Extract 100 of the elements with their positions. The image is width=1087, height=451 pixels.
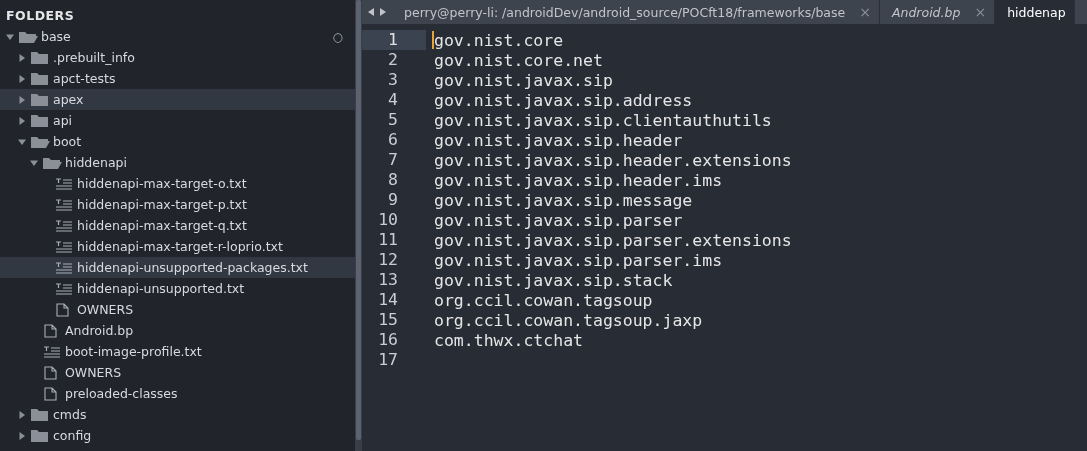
tree-row[interactable]: hiddenapi-max-target-o.txt xyxy=(0,173,355,194)
code-line: com.thwx.ctchat xyxy=(434,330,583,350)
tree-row[interactable]: hiddenapi-max-target-q.txt xyxy=(0,215,355,236)
code-line: gov.nist.javax.sip.parser.extensions xyxy=(434,230,792,250)
caret-icon[interactable] xyxy=(18,410,26,419)
item-label: boot-image-profile.txt xyxy=(65,344,202,359)
line-number: 12 xyxy=(377,250,399,270)
text-file-icon xyxy=(54,218,74,233)
tree-row[interactable]: base ○ xyxy=(0,26,355,47)
folder-icon xyxy=(30,134,50,149)
item-label: hiddenapi-max-target-o.txt xyxy=(77,176,247,191)
item-label: boot xyxy=(53,134,82,149)
tree-row[interactable]: cmds xyxy=(0,404,355,425)
item-label: OWNERS xyxy=(77,302,134,317)
caret-icon[interactable] xyxy=(18,116,26,125)
code-line: gov.nist.javax.sip.header xyxy=(434,130,683,150)
tree-row[interactable]: OWNERS xyxy=(0,362,355,383)
tree-row[interactable]: api xyxy=(0,110,355,131)
folder-icon xyxy=(30,407,50,422)
text-cursor xyxy=(432,31,434,49)
tree-row[interactable]: apex xyxy=(0,89,355,110)
text-file-icon xyxy=(54,176,74,191)
line-number: 10 xyxy=(377,210,399,230)
item-label: hiddenapi-max-target-p.txt xyxy=(77,197,247,212)
code-line: org.ccil.cowan.tagsoup.jaxp xyxy=(434,310,703,330)
line-number: 9 xyxy=(387,190,399,210)
tree-row[interactable]: hiddenapi-unsupported.txt xyxy=(0,278,355,299)
tree-row[interactable]: apct-tests xyxy=(0,68,355,89)
tree-row[interactable]: Android.bp xyxy=(0,320,355,341)
folder-icon xyxy=(18,29,38,44)
item-label: hiddenapi-unsupported-packages.txt xyxy=(77,260,308,275)
code-line: gov.nist.javax.sip.header.ims xyxy=(434,170,723,190)
item-label: hiddenapi xyxy=(65,155,127,170)
item-label: hiddenapi-unsupported.txt xyxy=(77,281,245,296)
text-file-icon xyxy=(54,260,74,275)
text-file-icon xyxy=(54,239,74,254)
folder-icon xyxy=(30,428,50,443)
line-number: 4 xyxy=(387,90,399,110)
item-label: api xyxy=(53,113,73,128)
caret-icon[interactable] xyxy=(18,137,26,146)
item-label: hiddenapi-max-target-q.txt xyxy=(77,218,247,233)
code-line: gov.nist.javax.sip.parser xyxy=(434,210,683,230)
caret-icon[interactable] xyxy=(18,53,26,62)
item-label: OWNERS xyxy=(65,365,122,380)
item-label: cmds xyxy=(53,407,87,422)
item-label: apct-tests xyxy=(53,71,116,86)
tree-row[interactable]: .prebuilt_info xyxy=(0,47,355,68)
tree-row[interactable]: hiddenapi-max-target-r-loprio.txt xyxy=(0,236,355,257)
line-number: 5 xyxy=(387,110,399,130)
folder-icon xyxy=(42,155,62,170)
folder-icon xyxy=(30,113,50,128)
code-line: gov.nist.javax.sip.message xyxy=(434,190,693,210)
line-number: 15 xyxy=(377,310,399,330)
tree-row[interactable]: preloaded-classes xyxy=(0,383,355,404)
text-file-icon xyxy=(54,281,74,296)
item-label: apex xyxy=(53,92,84,107)
line-number: 13 xyxy=(377,270,399,290)
scrollbar[interactable] xyxy=(355,0,362,451)
folder-icon xyxy=(30,50,50,65)
code-line: gov.nist.core.net xyxy=(434,50,603,70)
line-number: 17 xyxy=(377,350,399,370)
line-number: 11 xyxy=(377,230,399,250)
item-label: config xyxy=(53,428,92,443)
item-label: base xyxy=(41,29,71,44)
caret-icon[interactable] xyxy=(6,32,14,41)
item-label: preloaded-classes xyxy=(65,386,178,401)
tree-row[interactable]: hiddenapi xyxy=(0,152,355,173)
folder-icon xyxy=(30,71,50,86)
line-number: 2 xyxy=(387,50,399,70)
line-number: 14 xyxy=(377,290,399,310)
line-number: 6 xyxy=(387,130,399,150)
code-line: gov.nist.javax.sip.stack xyxy=(434,270,673,290)
code-line: gov.nist.javax.sip.clientauthutils xyxy=(434,110,772,130)
caret-icon[interactable] xyxy=(18,431,26,440)
text-file-icon xyxy=(42,344,62,359)
item-label: Android.bp xyxy=(65,323,134,338)
tree-row[interactable]: hiddenapi-max-target-p.txt xyxy=(0,194,355,215)
tree-row[interactable]: config xyxy=(0,425,355,446)
line-number: 8 xyxy=(387,170,399,190)
folder-icon xyxy=(30,92,50,107)
tab[interactable]: hiddenap xyxy=(995,0,1075,24)
item-label: hiddenapi-max-target-r-loprio.txt xyxy=(77,239,283,254)
item-label: .prebuilt_info xyxy=(53,50,135,65)
code-line: gov.nist.javax.sip.parser.ims xyxy=(434,250,723,270)
status-indicator: ○ xyxy=(332,29,343,44)
line-number: 1 xyxy=(362,30,426,50)
line-number: 7 xyxy=(387,150,399,170)
tree-row[interactable]: OWNERS xyxy=(0,299,355,320)
caret-icon[interactable] xyxy=(30,158,38,167)
sidebar-title: FOLDERS xyxy=(5,7,76,25)
code-line: gov.nist.javax.sip xyxy=(434,70,613,90)
tree-row[interactable]: boot-image-profile.txt xyxy=(0,341,355,362)
text-file-icon xyxy=(54,197,74,212)
caret-icon[interactable] xyxy=(18,74,26,83)
code-line: gov.nist.javax.sip.address xyxy=(434,90,693,110)
tree-row[interactable]: boot xyxy=(0,131,355,152)
code-line: gov.nist.javax.sip.header.extensions xyxy=(434,150,792,170)
caret-icon[interactable] xyxy=(18,95,26,104)
tree-row[interactable]: hiddenapi-unsupported-packages.txt xyxy=(0,257,355,278)
tab[interactable]: perry@perry-li: /androidDev/android_source/POCft18/frameworks/base × xyxy=(392,0,880,24)
